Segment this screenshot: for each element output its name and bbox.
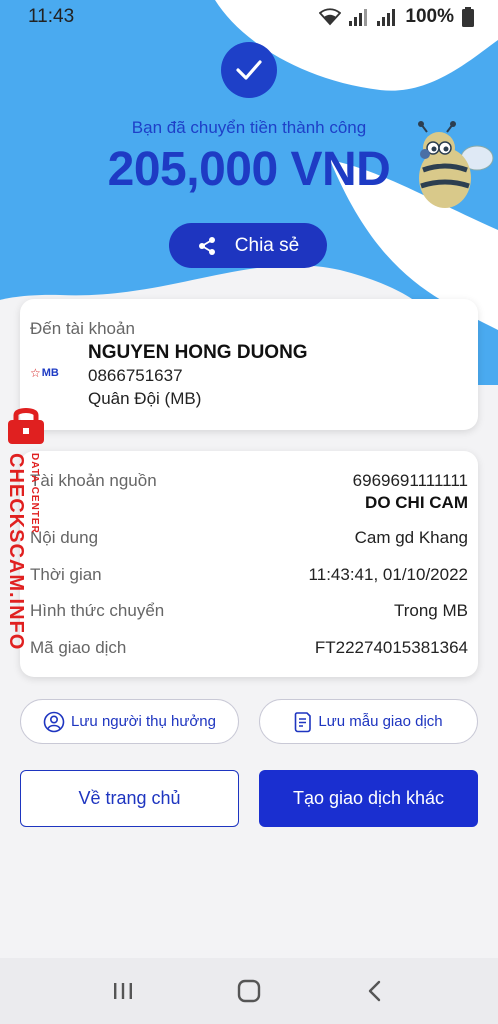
home-nav-icon[interactable] — [236, 978, 262, 1004]
content-value: Cam gd Khang — [354, 528, 468, 547]
to-account-label: Đến tài khoản — [30, 319, 135, 338]
star-icon: ☆ — [30, 366, 41, 380]
new-transaction-button[interactable]: Tạo giao dịch khác — [259, 770, 478, 827]
home-button[interactable]: Về trang chủ — [20, 770, 239, 827]
recipient-bank: Quân Đội (MB) — [88, 389, 202, 408]
source-account-number: 6969691111111 — [352, 471, 468, 490]
share-icon — [198, 236, 215, 255]
method-value: Trong MB — [393, 601, 468, 620]
recipient-card: Đến tài khoản ☆ MB NGUYEN HONG DUONG 086… — [20, 299, 478, 430]
share-button[interactable]: Chia sẻ — [169, 223, 327, 268]
status-bar: 11:43 100% — [0, 0, 498, 34]
time-value: 11:43:41, 01/10/2022 — [308, 565, 468, 584]
lock-icon — [8, 408, 44, 444]
user-circle-icon — [43, 711, 65, 732]
transaction-code-value: FT22274015381364 — [314, 638, 468, 657]
wifi-icon — [319, 8, 342, 26]
save-payee-label: Lưu người thụ hưởng — [71, 713, 216, 730]
save-template-label: Lưu mẫu giao dịch — [318, 713, 443, 730]
signal-icon — [349, 9, 368, 26]
system-nav-bar — [0, 958, 498, 1024]
recent-apps-icon[interactable] — [111, 979, 135, 1003]
time-row: Thời gian 11:43:41, 01/10/2022 — [30, 565, 468, 585]
watermark-subtext: DATA CENTER — [29, 453, 40, 534]
save-payee-button[interactable]: Lưu người thụ hưởng — [20, 699, 239, 744]
battery-percent: 100% — [405, 6, 454, 27]
transaction-code-row: Mã giao dịch FT22274015381364 — [30, 638, 468, 658]
signal-icon — [377, 9, 396, 26]
content-row: Nội dung Cam gd Khang — [30, 528, 468, 548]
mb-bank-logo: ☆ MB — [30, 366, 59, 380]
recipient-account: 0866751637 — [88, 366, 183, 385]
watermark-text: CHECKSCAM.INFO — [5, 453, 27, 651]
source-account-name: DO CHI CAM — [365, 493, 468, 512]
watermark: CHECKSCAM.INFO DATA CENTER — [0, 405, 54, 650]
battery-icon — [462, 7, 474, 27]
back-icon[interactable] — [363, 979, 387, 1003]
bee-mascot-icon — [418, 121, 494, 208]
document-icon — [295, 711, 312, 732]
new-transaction-label: Tạo giao dịch khác — [292, 788, 445, 808]
method-row: Hình thức chuyển Trong MB — [30, 601, 468, 621]
save-template-button[interactable]: Lưu mẫu giao dịch — [259, 699, 478, 744]
transaction-details-card: Tài khoản nguồn 6969691111111 DO CHI CAM… — [20, 451, 478, 677]
home-button-label: Về trang chủ — [78, 788, 181, 808]
share-label: Chia sẻ — [234, 234, 300, 256]
success-check-icon — [221, 42, 277, 98]
status-time: 11:43 — [28, 6, 75, 27]
recipient-name: NGUYEN HONG DUONG — [88, 342, 308, 363]
source-account-row: Tài khoản nguồn 6969691111111 — [30, 471, 468, 491]
status-icons: 100% — [319, 6, 474, 28]
